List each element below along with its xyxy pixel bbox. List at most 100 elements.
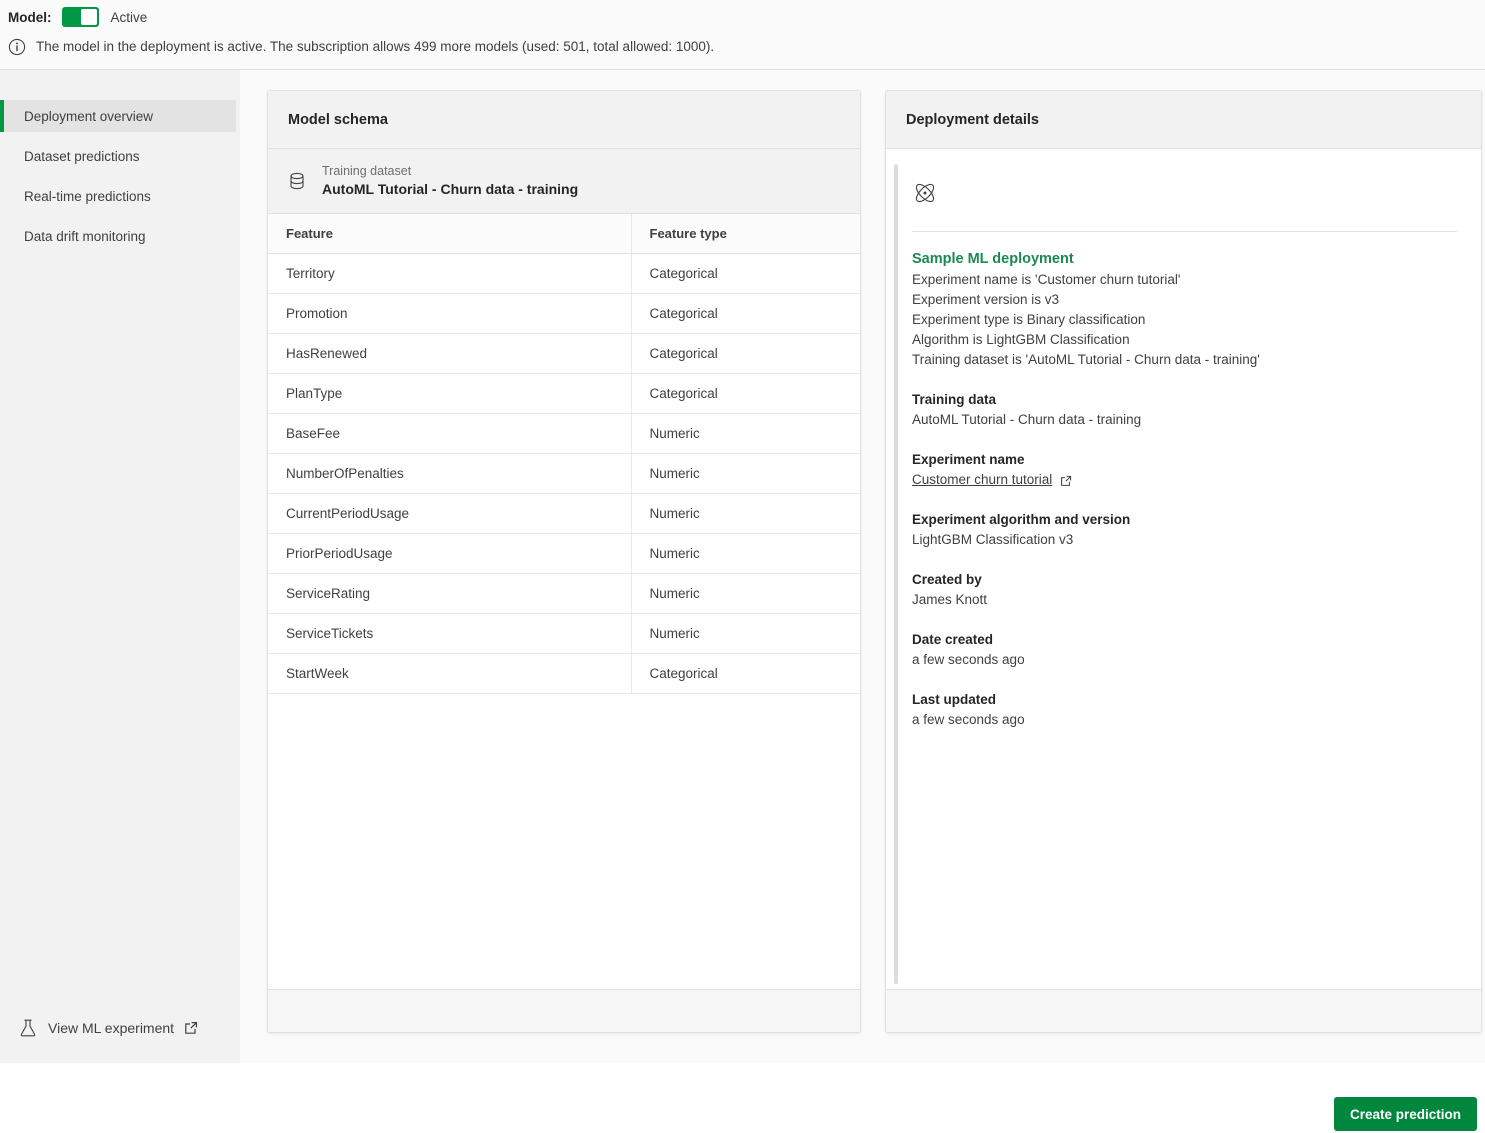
table-row[interactable]: BaseFee Numeric	[268, 413, 860, 454]
cell-feature-type: Numeric	[631, 493, 860, 534]
cell-feature-type: Numeric	[631, 453, 860, 494]
table-row[interactable]: Territory Categorical	[268, 253, 860, 294]
table-row[interactable]: ServiceRating Numeric	[268, 573, 860, 614]
training-dataset-value: AutoML Tutorial - Churn data - training	[322, 181, 579, 197]
deployment-description-line: Training dataset is 'AutoML Tutorial - C…	[912, 352, 1260, 367]
field-value: AutoML Tutorial - Churn data - training	[912, 412, 1142, 427]
cell-feature: HasRenewed	[268, 333, 632, 374]
cell-feature: ServiceTickets	[268, 613, 632, 654]
table-row[interactable]: CurrentPeriodUsage Numeric	[268, 493, 860, 534]
atom-icon	[912, 183, 938, 210]
field-label: Training data	[912, 392, 997, 407]
field-label: Experiment name	[912, 452, 1025, 467]
field-label: Date created	[912, 632, 994, 647]
field-experiment-name: Experiment name Customer churn tutorial	[912, 450, 1459, 490]
field-value: LightGBM Classification v3	[912, 532, 1074, 547]
flask-icon	[18, 1018, 38, 1038]
experiment-name-link-row: Customer churn tutorial	[912, 470, 1459, 490]
subscription-info-text: The model in the deployment is active. T…	[36, 39, 715, 54]
deployment-description-line: Algorithm is LightGBM Classification	[912, 332, 1130, 347]
cell-feature: BaseFee	[268, 413, 632, 454]
feature-table: Feature Feature type Territory Categoric…	[268, 214, 860, 694]
info-circle-icon	[8, 38, 26, 56]
view-ml-experiment-link[interactable]: View ML experiment	[18, 1018, 198, 1038]
experiment-name-link[interactable]: Customer churn tutorial	[912, 470, 1052, 490]
cell-feature-type: Categorical	[631, 293, 860, 334]
model-schema-footer	[268, 989, 860, 1032]
table-row[interactable]: ServiceTickets Numeric	[268, 613, 860, 654]
cell-feature-type: Categorical	[631, 333, 860, 374]
field-value: James Knott	[912, 592, 988, 607]
table-row[interactable]: PriorPeriodUsage Numeric	[268, 533, 860, 574]
sidebar-item-label: Real-time predictions	[24, 188, 151, 204]
cell-feature-type: Numeric	[631, 573, 860, 614]
model-status-bar: Model: Active The model in the deploymen…	[0, 0, 1485, 70]
main-content: Model schema Training dataset AutoML Tut…	[240, 70, 1485, 1063]
deployment-description-line: Experiment type is Binary classification	[912, 312, 1146, 327]
table-row[interactable]: Promotion Categorical	[268, 293, 860, 334]
deployment-name: Sample ML deployment	[912, 251, 1074, 267]
details-scrollbar[interactable]	[894, 164, 898, 984]
bottom-action-bar: Create prediction	[0, 1063, 1485, 1133]
sidebar-item-data-drift-monitoring[interactable]: Data drift monitoring	[4, 220, 236, 252]
table-row[interactable]: HasRenewed Categorical	[268, 333, 860, 374]
sidebar-item-label: Deployment overview	[24, 108, 154, 124]
sidebar-item-label: Dataset predictions	[24, 148, 140, 164]
field-date-created: Date created a few seconds ago	[912, 630, 1459, 670]
sidebar-item-real-time-predictions[interactable]: Real-time predictions	[4, 180, 236, 212]
model-schema-card: Model schema Training dataset AutoML Tut…	[267, 90, 861, 1033]
sidebar-item-dataset-predictions[interactable]: Dataset predictions	[4, 140, 236, 172]
training-dataset-banner: Training dataset AutoML Tutorial - Churn…	[268, 149, 860, 214]
sidebar-item-deployment-overview[interactable]: Deployment overview	[0, 100, 236, 132]
feature-table-body: Territory Categorical Promotion Categori…	[268, 253, 860, 694]
training-dataset-text: Training dataset AutoML Tutorial - Churn…	[322, 163, 578, 199]
external-link-icon[interactable]	[1060, 474, 1072, 486]
field-training-data: Training data AutoML Tutorial - Churn da…	[912, 390, 1459, 430]
cell-feature-type: Numeric	[631, 613, 860, 654]
external-link-icon	[184, 1021, 198, 1035]
table-row[interactable]: StartWeek Categorical	[268, 653, 860, 694]
feature-table-header-row: Feature Feature type	[268, 214, 860, 254]
model-schema-header: Model schema	[268, 91, 860, 149]
details-divider	[912, 231, 1457, 232]
training-dataset-caption: Training dataset	[322, 164, 412, 178]
field-experiment-algorithm-version: Experiment algorithm and version LightGB…	[912, 510, 1459, 550]
field-value: a few seconds ago	[912, 712, 1025, 727]
deployment-details-card: Deployment details Sample ML deployment …	[885, 90, 1482, 1033]
cell-feature-type: Categorical	[631, 373, 860, 414]
cell-feature: Promotion	[268, 293, 632, 334]
model-label: Model:	[8, 9, 52, 25]
cell-feature-type: Numeric	[631, 533, 860, 574]
view-ml-experiment-label: View ML experiment	[48, 1020, 175, 1036]
deployment-details-body: Sample ML deployment Experiment name is …	[886, 150, 1481, 991]
field-created-by: Created by James Knott	[912, 570, 1459, 610]
cell-feature: CurrentPeriodUsage	[268, 493, 632, 534]
model-active-toggle[interactable]	[61, 7, 99, 27]
model-schema-title: Model schema	[288, 111, 388, 128]
table-row[interactable]: PlanType Categorical	[268, 373, 860, 414]
deployment-details-header: Deployment details	[886, 91, 1481, 149]
sidebar-nav: Deployment overview Dataset predictions …	[0, 70, 240, 252]
cell-feature: NumberOfPenalties	[268, 453, 632, 494]
field-label: Experiment algorithm and version	[912, 512, 1131, 527]
cell-feature: PlanType	[268, 373, 632, 414]
subscription-info-row: The model in the deployment is active. T…	[8, 37, 714, 57]
feature-table-head: Feature Feature type	[268, 214, 860, 254]
cell-feature: StartWeek	[268, 653, 632, 694]
model-toggle-state-label: Active	[110, 9, 148, 25]
field-last-updated: Last updated a few seconds ago	[912, 690, 1459, 730]
column-header-feature-type: Feature type	[631, 214, 860, 254]
sidebar: Deployment overview Dataset predictions …	[0, 70, 240, 1063]
cell-feature: PriorPeriodUsage	[268, 533, 632, 574]
model-toggle-row: Model: Active	[8, 5, 147, 29]
column-header-feature: Feature	[268, 214, 632, 254]
cell-feature: ServiceRating	[268, 573, 632, 614]
cell-feature-type: Numeric	[631, 413, 860, 454]
deployment-description-line: Experiment name is 'Customer churn tutor…	[912, 272, 1181, 287]
field-label: Last updated	[912, 692, 997, 707]
deployment-details-footer	[886, 989, 1481, 1032]
table-row[interactable]: NumberOfPenalties Numeric	[268, 453, 860, 494]
create-prediction-button[interactable]: Create prediction	[1333, 1097, 1477, 1131]
field-value: a few seconds ago	[912, 652, 1025, 667]
cell-feature: Territory	[268, 253, 632, 294]
